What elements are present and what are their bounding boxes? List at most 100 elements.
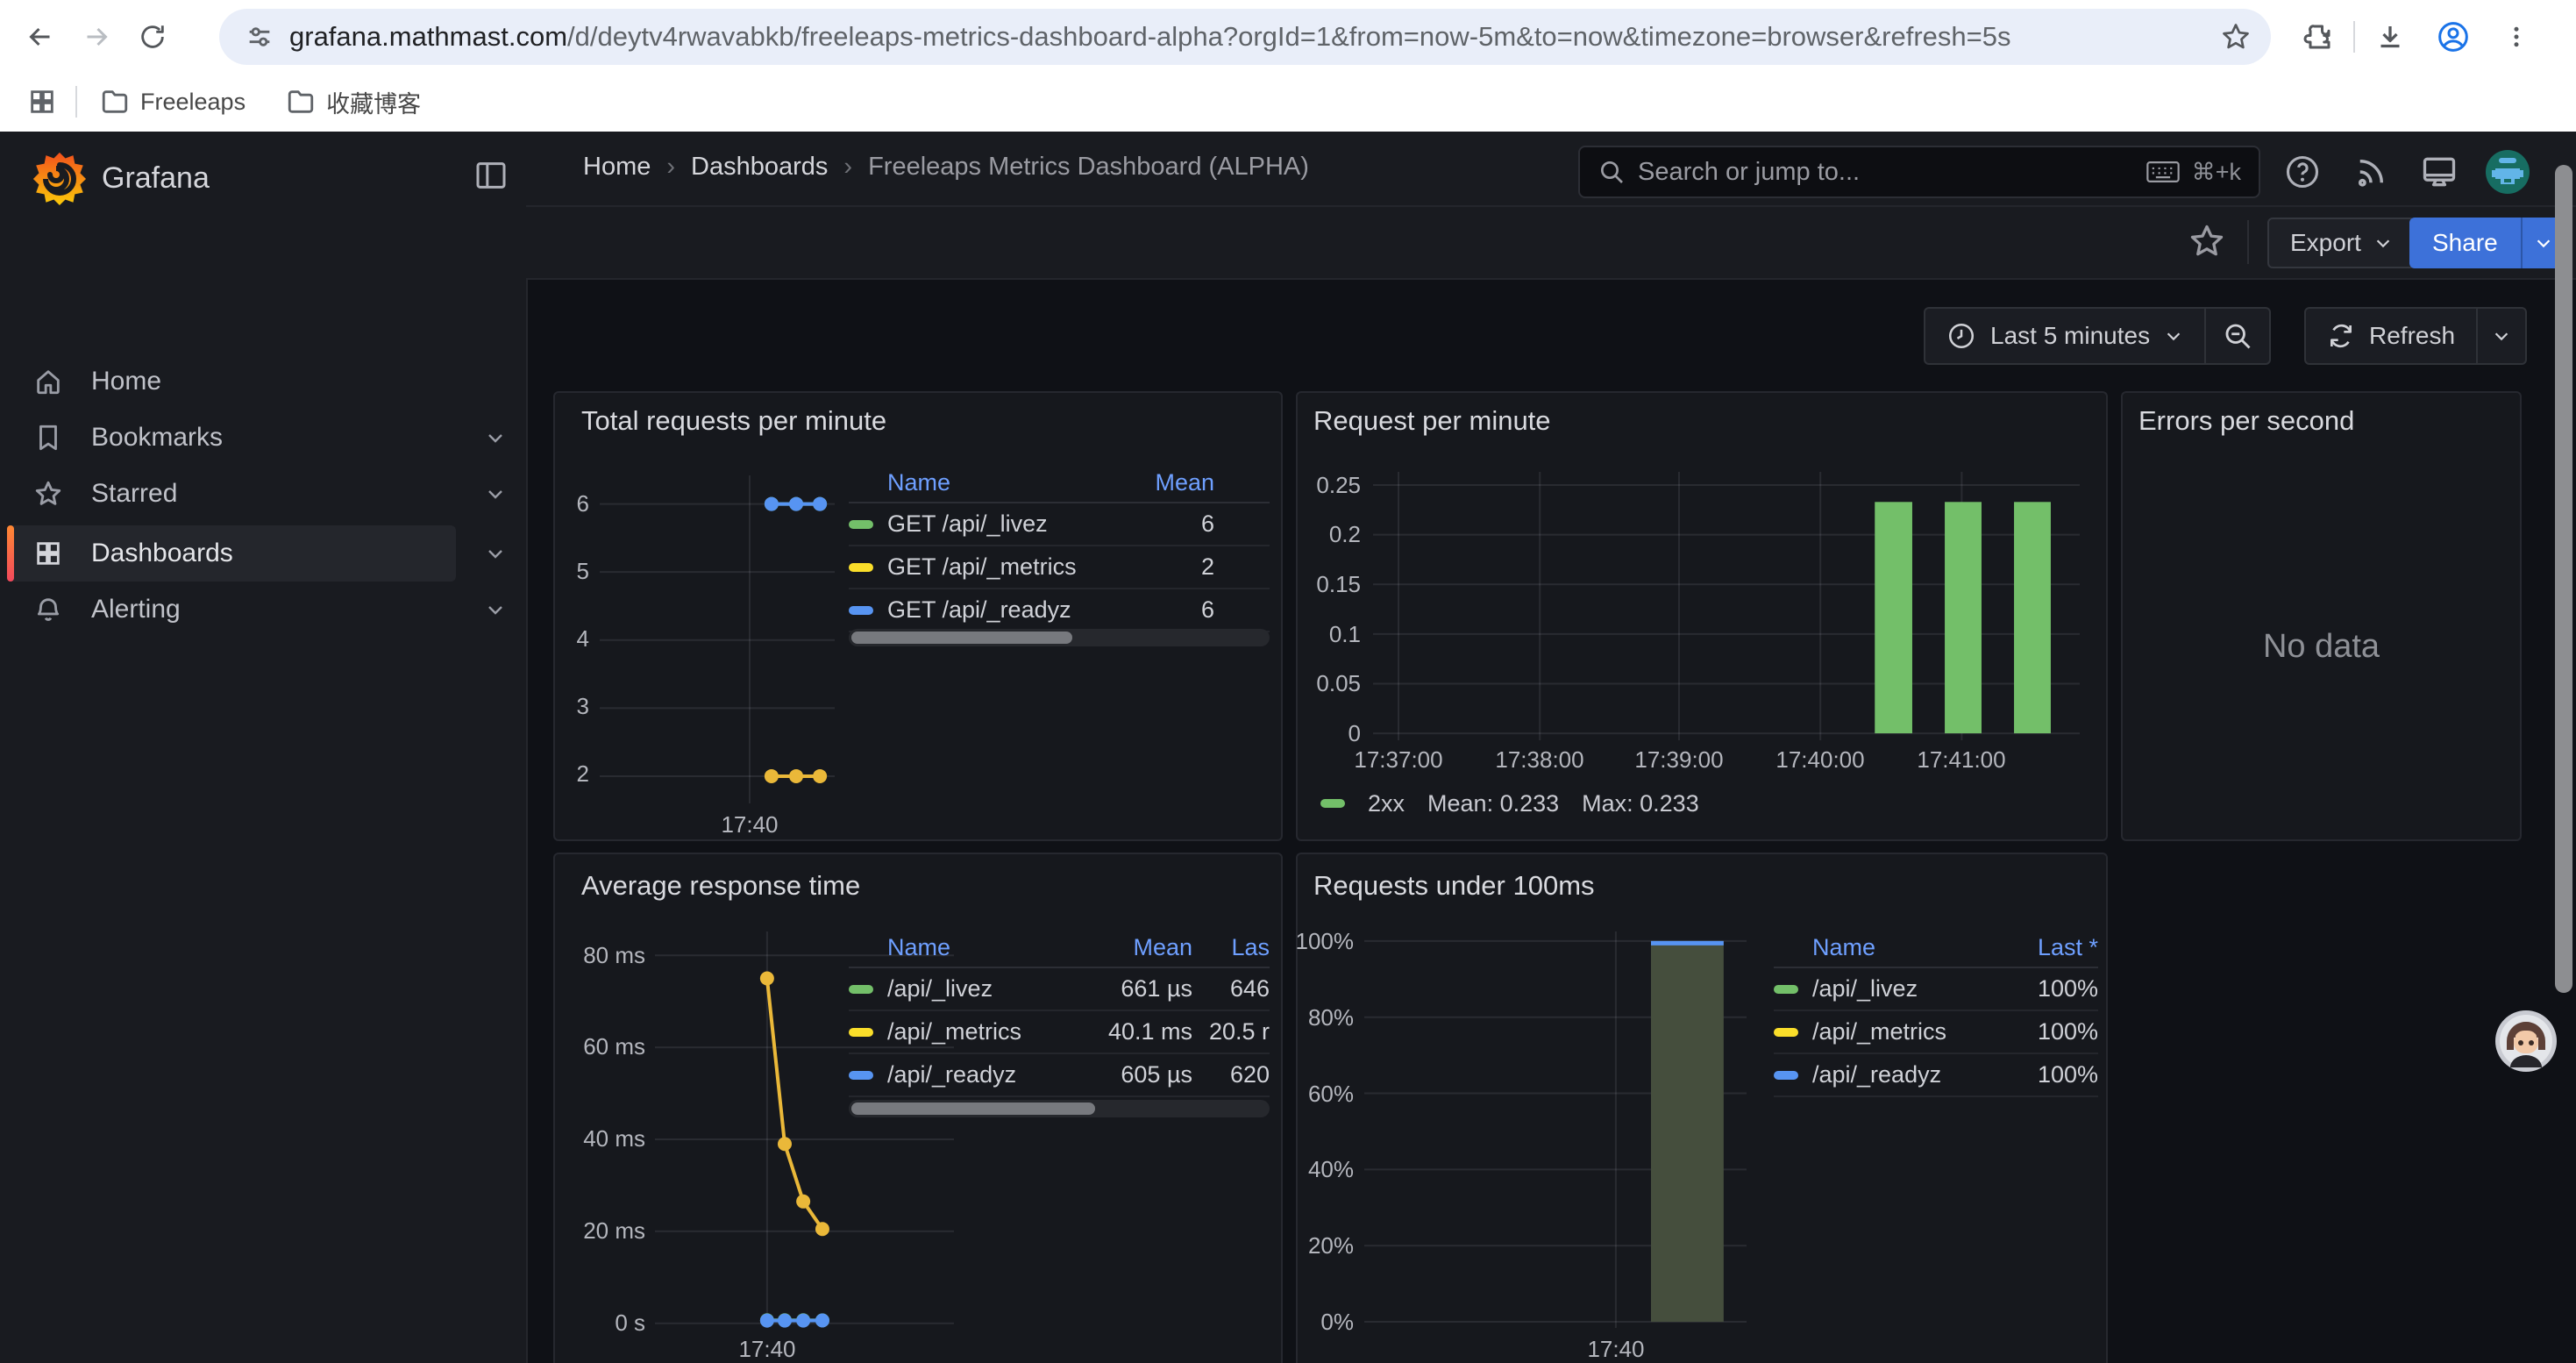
series-mean: Mean: 0.233 [1427, 790, 1559, 817]
legend-header-name[interactable]: Name [887, 469, 1135, 496]
sidebar-item-starred[interactable]: Starred [7, 466, 456, 522]
legend-row[interactable]: GET /api/_readyz 6 [849, 589, 1270, 632]
legend-header-name[interactable]: Name [1812, 934, 2010, 961]
y-tick: 60 ms [540, 1032, 645, 1060]
reload-icon[interactable] [125, 9, 181, 65]
bookmark-star-icon[interactable] [2211, 12, 2260, 61]
series-name[interactable]: /api/_metrics [887, 1018, 1087, 1045]
legend-header-mean[interactable]: Mean [1087, 934, 1192, 961]
favorite-star-icon[interactable] [2188, 222, 2226, 260]
site-info-icon[interactable] [235, 12, 284, 61]
legend-row[interactable]: /api/_readyz 605 µs 620 [849, 1054, 1270, 1097]
legend-row[interactable]: /api/_livez 100% [1774, 968, 2098, 1011]
apps-grid-icon[interactable] [18, 77, 67, 126]
y-tick: 80 ms [540, 941, 645, 969]
panel-title: Request per minute [1313, 405, 1551, 437]
floating-assistant-avatar[interactable] [2494, 1010, 2558, 1073]
y-tick: 0.1 [1256, 620, 1361, 648]
x-tick: 17:39:00 [1609, 746, 1749, 774]
chevron-down-icon[interactable] [478, 410, 513, 466]
legend-row[interactable]: GET /api/_livez 6 [849, 503, 1270, 546]
x-tick: 17:40 [1546, 1335, 1686, 1363]
legend-item-2xx[interactable]: 2xx Mean: 0.233 Max: 0.233 [1320, 788, 1699, 819]
bookmark-icon [33, 423, 63, 453]
grafana-logo[interactable] [32, 151, 88, 207]
series-color-dash [849, 563, 873, 572]
series-name[interactable]: GET /api/_livez [887, 510, 1135, 538]
legend-header: Name Mean [849, 463, 1270, 503]
monitor-icon[interactable] [2415, 147, 2464, 196]
y-tick: 20% [1249, 1231, 1354, 1260]
series-name[interactable]: /api/_metrics [1812, 1018, 2010, 1045]
search-input[interactable]: Search or jump to... ⌘+k [1578, 146, 2260, 198]
downloads-icon[interactable] [2362, 9, 2418, 65]
legend-row[interactable]: /api/_readyz 100% [1774, 1054, 2098, 1097]
breadcrumb-separator: › [666, 153, 675, 182]
search-placeholder: Search or jump to... [1638, 158, 2134, 187]
legend-row[interactable]: /api/_livez 661 µs 646 [849, 968, 1270, 1011]
series-color-dash [1774, 1028, 1798, 1037]
page-scrollbar[interactable] [2555, 165, 2572, 993]
legend-row[interactable]: GET /api/_metrics 2 [849, 546, 1270, 589]
actions-divider [2247, 220, 2249, 264]
user-avatar[interactable] [2483, 147, 2532, 196]
y-tick: 0.25 [1256, 471, 1361, 499]
series-name[interactable]: GET /api/_readyz [887, 596, 1135, 624]
export-button[interactable]: Export [2267, 218, 2416, 268]
sidebar-item-alerting[interactable]: Alerting [7, 582, 456, 638]
legend-scrollbar-thumb[interactable] [851, 1103, 1095, 1115]
sidebar-item-dashboards[interactable]: Dashboards [7, 525, 456, 582]
time-range-picker[interactable]: Last 5 minutes [1925, 321, 2204, 351]
legend-row[interactable]: /api/_metrics 40.1 ms 20.5 r [849, 1011, 1270, 1054]
browser-menu-icon[interactable] [2488, 9, 2544, 65]
export-label: Export [2290, 229, 2361, 257]
legend-header-name[interactable]: Name [887, 934, 1087, 961]
address-bar[interactable]: grafana.mathmast.com/d/deytv4rwavabkb/fr… [219, 9, 2271, 65]
extensions-icon[interactable] [2290, 9, 2346, 65]
keyboard-icon [2146, 159, 2180, 185]
sidebar-item-home[interactable]: Home [7, 353, 456, 410]
forward-icon[interactable] [68, 9, 125, 65]
sidebar-item-bookmarks[interactable]: Bookmarks [7, 410, 456, 466]
y-tick: 80% [1249, 1003, 1354, 1031]
y-tick: 6 [484, 489, 589, 517]
series-mean: 605 µs [1087, 1061, 1192, 1088]
legend-scrollbar-thumb[interactable] [851, 632, 1072, 644]
sidebar-toggle-icon[interactable] [473, 158, 509, 193]
series-name[interactable]: /api/_readyz [887, 1061, 1087, 1088]
legend-row[interactable]: /api/_metrics 100% [1774, 1011, 2098, 1054]
toolbar-divider [2353, 21, 2355, 53]
refresh-interval-button[interactable] [2478, 326, 2525, 346]
series-name[interactable]: /api/_readyz [1812, 1061, 2010, 1088]
series-name[interactable]: /api/_livez [1812, 975, 2010, 1003]
bookmark-folder-blogs[interactable]: 收藏博客 [286, 85, 421, 119]
zoom-out-button[interactable] [2206, 320, 2269, 352]
bookmark-folder-freeleaps[interactable]: Freeleaps [100, 87, 246, 117]
share-button[interactable]: Share [2409, 218, 2521, 268]
y-tick: 2 [484, 760, 589, 788]
series-name[interactable]: /api/_livez [887, 975, 1087, 1003]
x-tick: 17:40 [680, 810, 820, 838]
share-label: Share [2432, 229, 2498, 257]
breadcrumb-home[interactable]: Home [583, 153, 651, 182]
legend-header-mean[interactable]: Mean [1135, 469, 1214, 496]
help-icon[interactable] [2278, 147, 2327, 196]
y-tick: 20 ms [540, 1217, 645, 1245]
news-rss-icon[interactable] [2346, 147, 2395, 196]
series-name[interactable]: 2xx [1368, 790, 1405, 817]
series-color-dash [1320, 799, 1345, 808]
panel-errors-per-second[interactable] [2121, 391, 2522, 841]
legend-header-last[interactable]: Last * [2010, 934, 2098, 961]
series-name[interactable]: GET /api/_metrics [887, 553, 1135, 581]
series-color-dash [1774, 985, 1798, 994]
star-icon [33, 479, 63, 509]
profile-icon[interactable] [2425, 9, 2481, 65]
breadcrumb-dashboards[interactable]: Dashboards [691, 153, 828, 182]
x-tick: 17:41:00 [1891, 746, 2032, 774]
active-item-accent [7, 525, 14, 582]
refresh-button[interactable]: Refresh [2306, 322, 2476, 350]
y-tick: 4 [484, 624, 589, 653]
back-icon[interactable] [12, 9, 68, 65]
no-data-message: No data [2121, 628, 2522, 666]
sidebar-item-label: Alerting [91, 595, 181, 624]
